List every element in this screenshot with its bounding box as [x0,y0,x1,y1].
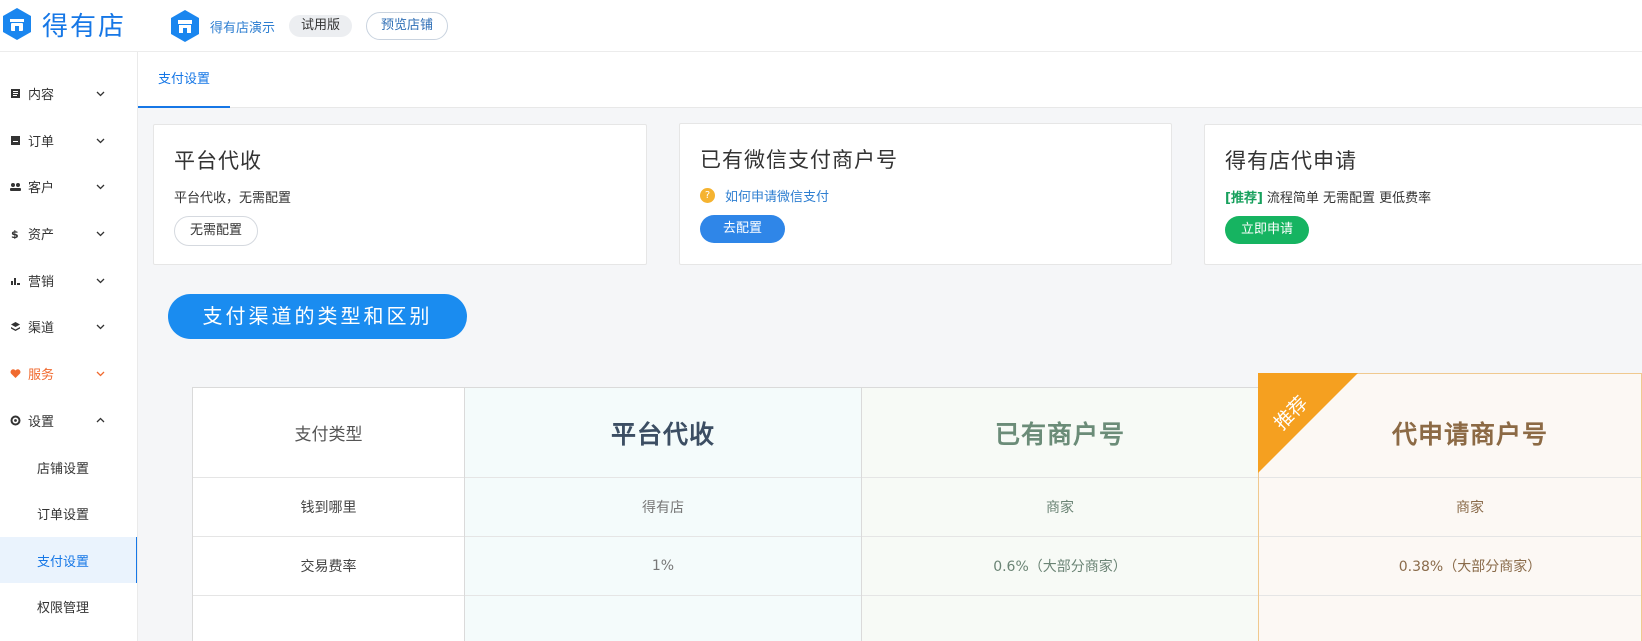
sidebar-item-orders[interactable]: 订单 [0,117,137,163]
cell-value: 1% [651,558,675,574]
sidebar-item-marketing[interactable]: 营销 [0,257,137,303]
sidebar-item-label: 营销 [28,274,55,290]
header-existing-merchant: 已有商户号 [994,419,1125,449]
how-to-apply-wechat-link[interactable]: 如何申请微信支付 [725,186,829,205]
sidebar-item-label: 资产 [28,227,55,243]
table-header-cell: 已有商户号 [862,388,1258,478]
column-labels: 支付类型 钱到哪里 交易费率 [192,387,464,641]
store-logo-icon [3,8,31,40]
layers-icon [11,321,20,331]
column-apply-merchant: 推荐 代申请商户号 商家 0.38%（大部分商家） [1258,373,1642,641]
sidebar-item-label: 订单 [28,134,55,150]
row-label-fee-rate: 交易费率 [300,559,357,575]
table-cell: 0.6%（大部分商家） [862,537,1258,596]
table-cell: 得有店 [465,478,861,537]
card-description: [推荐] 流程简单 无需配置 更低费率 [1225,187,1431,206]
sidebar-item-assets[interactable]: $ 资产 [0,210,137,256]
sidebar-item-services[interactable]: 服务 [0,350,137,396]
sidebar-item-label: 内容 [28,87,55,103]
app-name: 得有店 [42,11,127,42]
header-platform-collection: 平台代收 [610,419,715,449]
card-apply-on-behalf: 得有店代申请 [推荐] 流程简单 无需配置 更低费率 立即申请 [1204,124,1642,265]
trial-badge: 试用版 [289,15,353,37]
table-cell: 交易费率 [193,537,464,596]
top-header: 得有店 得有店演示 试用版 预览店铺 [0,0,1642,52]
column-existing-merchant: 已有商户号 商家 0.6%（大部分商家） [861,387,1258,641]
row-label-money-destination: 钱到哪里 [300,500,357,516]
gear-icon [10,415,21,425]
table-header-cell: 平台代收 [465,388,861,478]
cell-value: 商家 [1046,500,1074,516]
section-title: 支付渠道的类型和区别 [168,294,467,339]
preview-store-button[interactable]: 预览店铺 [366,12,449,40]
table-cell: 0.38%（大部分商家） [1259,537,1641,596]
tab-bar: 支付设置 [138,52,1642,108]
sidebar-subitem-payment-settings[interactable]: 支付设置 [0,537,137,583]
chevron-down-icon [96,91,105,96]
configure-button[interactable]: 去配置 [700,215,786,243]
sidebar-item-label: 服务 [28,367,55,383]
sidebar-item-customers[interactable]: 客户 [0,163,137,209]
cell-value: 0.6%（大部分商家） [993,559,1127,575]
dollar-icon: $ [11,228,19,239]
card-title: 得有店代申请 [1225,149,1357,173]
card-title: 平台代收 [174,149,262,173]
card-description-text: 流程简单 无需配置 更低费率 [1266,191,1432,206]
sidebar-item-label: 客户 [28,180,55,196]
chevron-up-icon [96,417,105,422]
table-cell: 商家 [1259,478,1641,537]
store-name[interactable]: 得有店演示 [210,17,275,36]
tab-payment-settings[interactable]: 支付设置 [138,52,230,108]
sidebar-subitem-permissions[interactable]: 权限管理 [0,583,137,629]
card-title: 已有微信支付商户号 [700,148,898,172]
no-config-button[interactable]: 无需配置 [174,216,259,246]
svg-text:$: $ [11,228,19,239]
document-icon [11,88,20,98]
table-cell: 钱到哪里 [193,478,464,537]
store-avatar-icon [171,10,199,42]
order-icon [11,135,20,145]
header-apply-merchant: 代申请商户号 [1391,419,1548,449]
chevron-down-icon [96,278,105,283]
table-cell: 商家 [862,478,1258,537]
table-header-cell: 代申请商户号 [1259,388,1641,478]
apply-now-button[interactable]: 立即申请 [1225,216,1310,244]
heart-icon [10,368,21,378]
bar-chart-icon [11,277,20,285]
chevron-down-icon [96,231,105,236]
column-apply-merchant-wrapper: 推荐 代申请商户号 商家 0.38%（大部分商家） [1258,373,1642,641]
sidebar-item-channels[interactable]: 渠道 [0,303,137,349]
card-description: 平台代收，无需配置 [174,191,292,206]
table-cell: 1% [465,537,861,596]
help-link-row[interactable]: ? 如何申请微信支付 [700,186,829,205]
sidebar-item-label: 设置 [28,414,55,430]
recommend-tag: [推荐] [1225,191,1263,206]
sidebar-item-content[interactable]: 内容 [0,70,137,116]
card-platform-collection: 平台代收 平台代收，无需配置 无需配置 [153,124,647,265]
sidebar-item-settings[interactable]: 设置 [0,397,137,443]
cell-value: 商家 [1456,500,1484,516]
sidebar-item-label: 渠道 [28,320,55,336]
sidebar: 内容 订单 客户 $ 资产 营销 渠道 服务 设置 店铺设置 订单设置 支付设置… [0,52,138,641]
cell-value: 得有店 [642,500,684,516]
header-payment-type: 支付类型 [294,425,363,445]
app-logo[interactable]: 得有店 [2,6,126,42]
chevron-down-icon [96,371,105,376]
chevron-down-icon [96,184,105,189]
store-switcher[interactable]: 得有店演示 试用版 预览店铺 [170,8,449,44]
card-wechat-merchant: 已有微信支付商户号 ? 如何申请微信支付 去配置 [679,123,1172,265]
chevron-down-icon [96,138,105,143]
question-icon: ? [700,188,715,203]
sidebar-subitem-order-settings[interactable]: 订单设置 [0,490,137,536]
chevron-down-icon [96,324,105,329]
customers-icon [10,182,21,191]
column-platform: 平台代收 得有店 1% [464,387,861,641]
cell-value: 0.38%（大部分商家） [1398,559,1542,575]
sidebar-subitem-store-settings[interactable]: 店铺设置 [0,444,137,490]
table-header-cell: 支付类型 [193,388,464,478]
